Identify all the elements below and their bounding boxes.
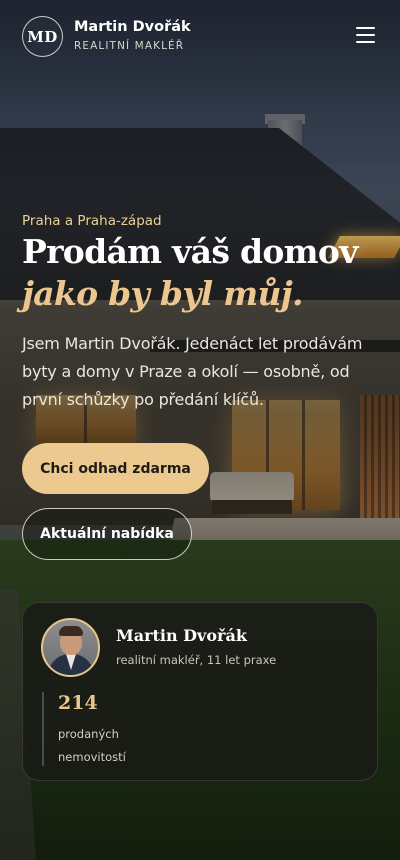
site-header: MD Martin Dvořák REALITNÍ MAKLÉŘ — [0, 0, 400, 72]
brand-role: REALITNÍ MAKLÉŘ — [74, 40, 185, 52]
sold-properties-label: prodaných nemovitostí — [58, 727, 126, 764]
sold-properties-count: 214 — [58, 692, 98, 714]
hero-title-accent: jako by byl můj. — [22, 274, 304, 313]
agent-name: Martin Dvořák — [116, 626, 247, 645]
hamburger-menu-icon[interactable] — [354, 24, 378, 46]
hero-title: Prodám váš domov — [22, 232, 358, 271]
agent-role: realitní makléř, 11 let praxe — [116, 653, 277, 667]
current-offer-button[interactable]: Aktuální nabídka — [22, 508, 192, 560]
agent-card: Martin Dvořák realitní makléř, 11 let pr… — [22, 602, 378, 781]
avatar — [41, 618, 100, 677]
brand-name: Martin Dvořák — [74, 19, 191, 35]
hero-description: Jsem Martin Dvořák. Jedenáct let prodává… — [22, 334, 363, 409]
free-estimate-button[interactable]: Chci odhad zdarma — [22, 443, 209, 494]
stat-divider — [42, 692, 44, 766]
logo-monogram[interactable]: MD — [22, 16, 63, 57]
hero-location: Praha a Praha-západ — [22, 213, 162, 229]
